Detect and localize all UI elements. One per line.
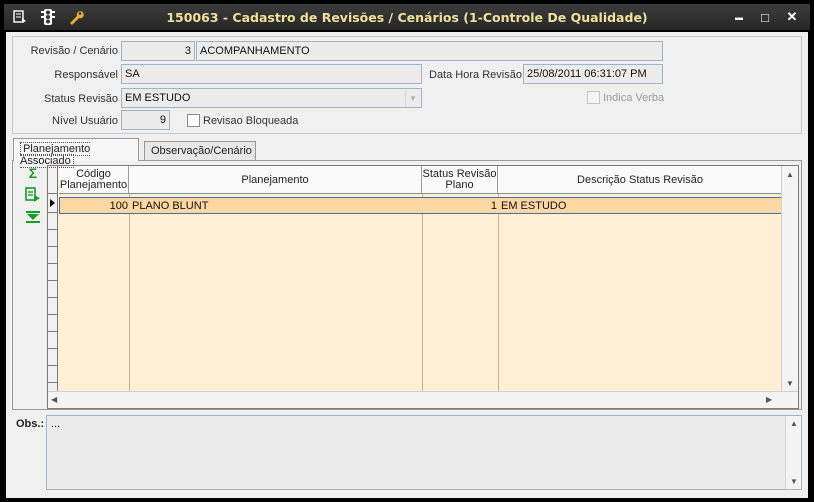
planejamento-grid: Código Planejamento Planejamento Status … xyxy=(47,165,799,409)
minimize-button[interactable]: ▬ xyxy=(728,8,750,26)
vertical-scrollbar[interactable]: ▲ ▼ xyxy=(781,166,798,392)
cell-planejamento: PLANO BLUNT xyxy=(132,200,209,212)
revisao-description-field[interactable]: ACOMPANHAMENTO xyxy=(196,41,663,61)
maximize-icon: □ xyxy=(761,9,769,25)
horizontal-scrollbar[interactable]: ◀ ▶ xyxy=(48,391,798,408)
nivel-usuario-field[interactable]: 9 xyxy=(121,110,170,130)
obs-value: ... xyxy=(51,418,61,430)
scroll-right-icon[interactable]: ▶ xyxy=(766,395,772,404)
data-hora-label: Data Hora Revisão xyxy=(429,69,522,81)
obs-scrollbar[interactable]: ▲ ▼ xyxy=(785,416,801,489)
revisao-number-field[interactable]: 3 xyxy=(121,41,195,61)
maximize-button[interactable]: □ xyxy=(754,8,776,26)
responsavel-label: Responsável xyxy=(54,69,118,81)
responsavel-field[interactable]: SA xyxy=(121,64,422,84)
app-window: 150063 - Cadastro de Revisões / Cenários… xyxy=(0,0,814,502)
indica-verba-checkbox[interactable] xyxy=(587,91,600,104)
scroll-down-icon[interactable]: ▼ xyxy=(786,379,794,388)
cell-descricao: EM ESTUDO xyxy=(501,200,567,212)
indica-verba-label: Indica Verba xyxy=(603,92,665,104)
tab-panel: Σ Código Planejamento Planejamento Statu… xyxy=(12,160,802,410)
current-row-indicator[interactable] xyxy=(48,194,58,213)
grid-toolbar: Σ xyxy=(25,165,41,231)
scroll-down-icon[interactable]: ▼ xyxy=(790,477,798,486)
title-bar: 150063 - Cadastro de Revisões / Cenários… xyxy=(4,4,810,30)
status-revisao-value: EM ESTUDO xyxy=(125,92,191,104)
close-icon: ✕ xyxy=(786,9,798,24)
header-panel: Revisão / Cenário 3 ACOMPANHAMENTO Respo… xyxy=(12,36,802,134)
tab-planejamento-associado[interactable]: Planejamento Associado xyxy=(13,138,139,168)
revisao-bloqueada-label: Revisao Bloqueada xyxy=(203,115,299,127)
chevron-down-icon[interactable]: ▼ xyxy=(405,90,420,106)
filter-icon[interactable] xyxy=(25,209,41,225)
obs-label: Obs.: xyxy=(16,418,45,430)
scroll-left-icon[interactable]: ◀ xyxy=(51,395,57,404)
status-revisao-select[interactable]: EM ESTUDO ▼ xyxy=(121,88,422,108)
data-hora-field[interactable]: 25/08/2011 06:31:07 PM xyxy=(523,64,663,84)
window-title: 150063 - Cadastro de Revisões / Cenários… xyxy=(166,10,648,25)
scroll-up-icon[interactable]: ▲ xyxy=(786,170,794,179)
revisao-bloqueada-checkbox[interactable] xyxy=(187,114,200,127)
minimize-icon: ▬ xyxy=(735,12,743,22)
row-indicator-column xyxy=(48,166,58,392)
client-area: Revisão / Cenário 3 ACOMPANHAMENTO Respo… xyxy=(6,32,808,498)
grid-body: 100 PLANO BLUNT 1 EM ESTUDO xyxy=(59,194,782,392)
obs-textarea[interactable]: ... ▲ ▼ xyxy=(46,415,802,490)
scroll-up-icon[interactable]: ▲ xyxy=(790,419,798,428)
grid-header: Código Planejamento Planejamento Status … xyxy=(59,166,782,194)
tab-observacao-cenario[interactable]: Observação/Cenário xyxy=(144,141,256,160)
nivel-usuario-label: Nível Usuário xyxy=(51,115,118,127)
cell-status: 1 xyxy=(490,200,497,212)
column-header[interactable]: Descrição Status Revisão xyxy=(498,166,782,194)
tab-label: Observação/Cenário xyxy=(151,145,252,157)
column-header[interactable]: Status Revisão Plano xyxy=(422,166,498,194)
status-revisao-label: Status Revisão xyxy=(44,93,118,105)
revisao-label: Revisão / Cenário xyxy=(30,45,118,57)
column-header[interactable]: Planejamento xyxy=(129,166,422,194)
cell-codigo: 100 xyxy=(109,200,128,212)
export-icon[interactable] xyxy=(25,187,41,203)
column-header[interactable]: Código Planejamento xyxy=(59,166,129,194)
close-button[interactable]: ✕ xyxy=(781,8,803,26)
table-row[interactable]: 100 PLANO BLUNT 1 EM ESTUDO xyxy=(59,197,782,214)
